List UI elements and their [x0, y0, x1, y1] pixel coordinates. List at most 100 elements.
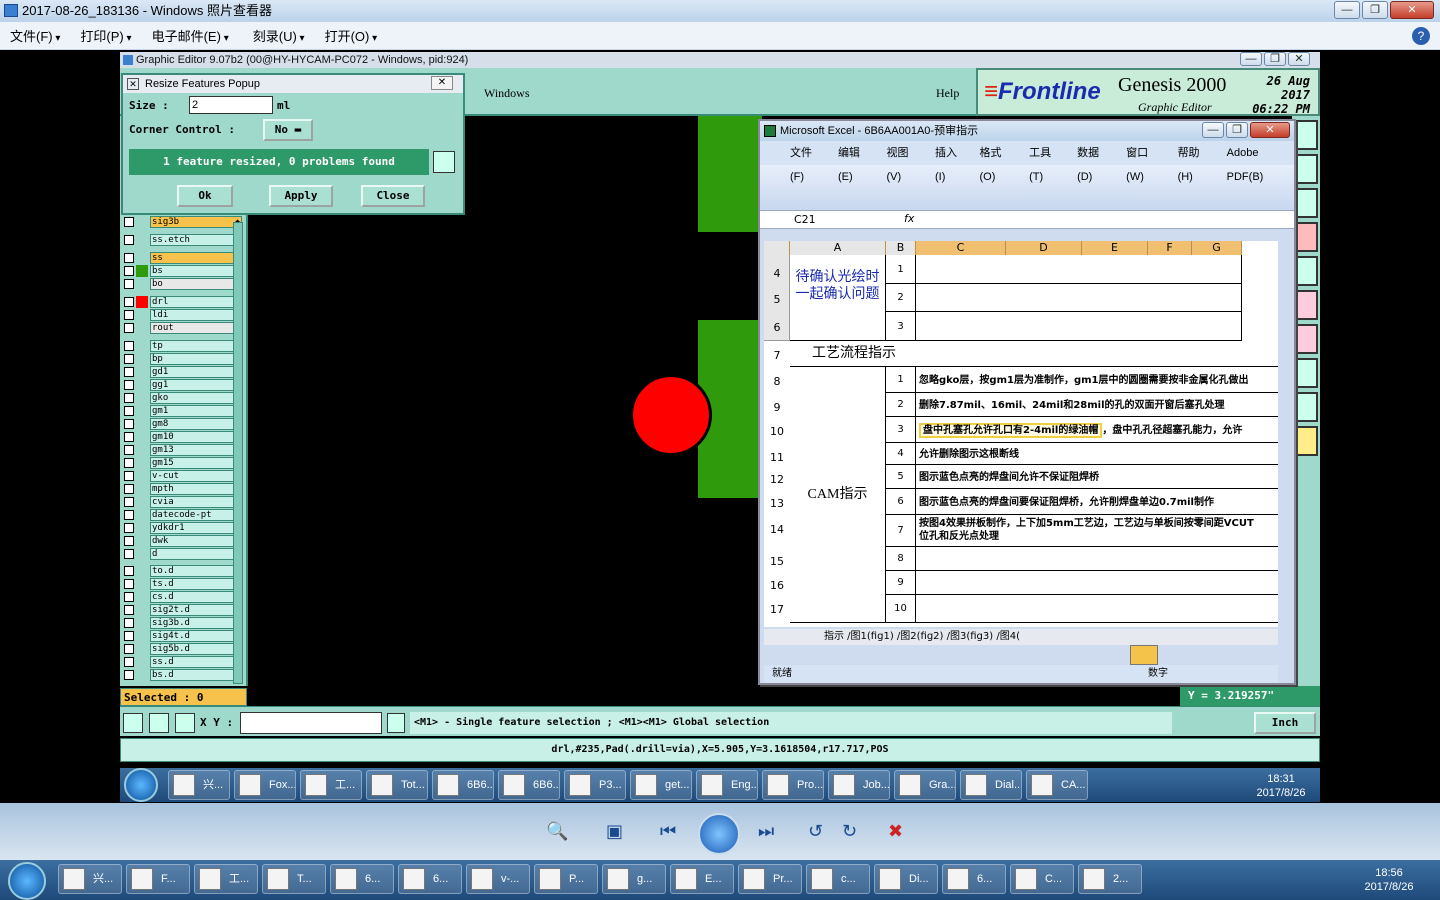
- layer-name[interactable]: ydkdr1: [150, 522, 242, 534]
- taskbar-item[interactable]: 6B6...: [498, 770, 560, 800]
- row-number[interactable]: 5: [764, 293, 790, 306]
- measure-tool-icon[interactable]: [149, 713, 169, 733]
- row-number[interactable]: 17: [764, 603, 790, 616]
- menu-help[interactable]: Help: [936, 86, 959, 101]
- taskbar-item[interactable]: c...: [806, 864, 870, 894]
- layer-checkbox[interactable]: [124, 484, 134, 494]
- layer-checkbox[interactable]: [124, 279, 134, 289]
- cam-item-text[interactable]: 图示蓝色点亮的焊盘间允许不保证阻焊桥: [916, 465, 1278, 489]
- layer-row[interactable]: gm13◆: [124, 444, 242, 456]
- layer-row[interactable]: ydkdr1: [124, 522, 242, 534]
- layer-checkbox[interactable]: [124, 458, 134, 468]
- tool-3-icon[interactable]: [1294, 188, 1318, 218]
- ge-minimize-button[interactable]: —: [1240, 52, 1262, 66]
- taskbar-item[interactable]: Dial...: [960, 770, 1022, 800]
- layer-row[interactable]: sig2t.d◆: [124, 604, 242, 616]
- inner-start-button[interactable]: [124, 768, 158, 802]
- help-icon[interactable]: ?: [1412, 27, 1430, 45]
- layer-name[interactable]: sig2t.d◆: [150, 604, 242, 616]
- layer-name[interactable]: bs.d: [150, 669, 242, 681]
- menu-burn[interactable]: 刻录(U): [243, 26, 315, 45]
- sheet-tabs[interactable]: 指示 /图1(fig1) /图2(fig2) /图3(fig3) /图4(: [764, 629, 1278, 645]
- xl-menu-pdf[interactable]: Adobe PDF(B): [1227, 141, 1294, 183]
- layer-scrollbar[interactable]: [233, 222, 243, 684]
- layer-checkbox[interactable]: [124, 631, 134, 641]
- ok-button[interactable]: Ok: [177, 185, 233, 207]
- layer-checkbox[interactable]: [124, 605, 134, 615]
- taskbar-item[interactable]: Fox...: [234, 770, 296, 800]
- taskbar-item[interactable]: Gra...: [894, 770, 956, 800]
- cell-c4[interactable]: [916, 255, 1242, 284]
- layer-name[interactable]: cs.d◆: [150, 591, 242, 603]
- layer-name[interactable]: v-cut: [150, 470, 242, 482]
- cam-item-text[interactable]: 盘中孔塞孔允许孔口有2-4mil的绿油帽 ，盘中孔孔径超塞孔能力，允许: [916, 417, 1278, 443]
- xl-menu-view[interactable]: 视图(V): [886, 141, 921, 183]
- layer-checkbox[interactable]: [124, 393, 134, 403]
- tool-6-icon[interactable]: [1294, 290, 1318, 320]
- layer-row[interactable]: gm8: [124, 418, 242, 430]
- row-number[interactable]: 15: [764, 555, 790, 568]
- taskbar-item[interactable]: Pro...: [762, 770, 824, 800]
- ge-close-button[interactable]: ✕: [1288, 52, 1310, 66]
- maximize-button[interactable]: ❐: [1362, 1, 1388, 19]
- taskbar-item[interactable]: 2...: [1078, 864, 1142, 894]
- layer-row[interactable]: rout: [124, 322, 242, 334]
- tool-10-icon[interactable]: [1294, 426, 1318, 456]
- col-header-e[interactable]: E: [1082, 241, 1148, 255]
- layer-row[interactable]: bo◆: [124, 278, 242, 290]
- close-button[interactable]: ✕: [1390, 1, 1434, 19]
- layer-name[interactable]: gd1◆: [150, 366, 242, 378]
- xl-menu-edit[interactable]: 编辑(E): [838, 141, 873, 183]
- row-number[interactable]: 7: [764, 349, 790, 362]
- taskbar-item[interactable]: Job...: [828, 770, 890, 800]
- taskbar-item[interactable]: E...: [670, 864, 734, 894]
- layer-name[interactable]: bo◆: [150, 278, 242, 290]
- name-box[interactable]: C21: [794, 213, 816, 226]
- row-number[interactable]: 16: [764, 579, 790, 592]
- close-popup-button[interactable]: Close: [361, 185, 425, 207]
- cam-item-text[interactable]: [916, 595, 1278, 623]
- layer-name[interactable]: d: [150, 548, 242, 560]
- tool-8-icon[interactable]: [1294, 358, 1318, 388]
- excel-close-button[interactable]: ✕: [1250, 122, 1290, 138]
- taskbar-item[interactable]: T...: [262, 864, 326, 894]
- taskbar-item[interactable]: 6B6...: [432, 770, 494, 800]
- taskbar-item[interactable]: 6...: [942, 864, 1006, 894]
- layer-checkbox[interactable]: [124, 354, 134, 364]
- layer-name[interactable]: gm1◆: [150, 405, 242, 417]
- grid-tool-icon[interactable]: [175, 713, 195, 733]
- row-number[interactable]: 13: [764, 497, 790, 510]
- apply-button[interactable]: Apply: [269, 185, 333, 207]
- col-header-b[interactable]: B: [886, 241, 916, 255]
- col-header-d[interactable]: D: [1006, 241, 1082, 255]
- layer-row[interactable]: to.d◆: [124, 565, 242, 577]
- xl-menu-insert[interactable]: 插入(I): [935, 141, 966, 183]
- row-number[interactable]: 9: [764, 401, 790, 414]
- layer-row[interactable]: gko◆: [124, 392, 242, 404]
- tool-5-icon[interactable]: [1294, 256, 1318, 286]
- layer-row[interactable]: datecode-pt: [124, 509, 242, 521]
- taskbar-item[interactable]: Tot...: [366, 770, 428, 800]
- taskbar-item[interactable]: CA...: [1026, 770, 1088, 800]
- excel-maximize-button[interactable]: ❐: [1226, 122, 1248, 138]
- layer-checkbox[interactable]: [124, 341, 134, 351]
- taskbar-item[interactable]: Di...: [874, 864, 938, 894]
- layer-row[interactable]: gm1◆: [124, 405, 242, 417]
- layer-name[interactable]: tp: [150, 340, 242, 352]
- excel-minimize-button[interactable]: —: [1202, 122, 1224, 138]
- menu-windows[interactable]: Windows: [484, 86, 530, 101]
- layer-checkbox[interactable]: [124, 510, 134, 520]
- layer-name[interactable]: sig3b◆: [150, 216, 242, 228]
- taskbar-item[interactable]: get...: [630, 770, 692, 800]
- layer-name[interactable]: gm8: [150, 418, 242, 430]
- tool-4-icon[interactable]: [1294, 222, 1318, 252]
- minimize-button[interactable]: —: [1334, 1, 1360, 19]
- layer-row[interactable]: dwk: [124, 535, 242, 547]
- cam-item-text[interactable]: [916, 547, 1278, 571]
- xl-menu-tools[interactable]: 工具(T): [1029, 141, 1063, 183]
- layer-name[interactable]: sig4t.d◆: [150, 630, 242, 642]
- layer-checkbox[interactable]: [124, 367, 134, 377]
- next-icon[interactable]: ⏭: [758, 821, 774, 842]
- layer-name[interactable]: datecode-pt: [150, 509, 242, 521]
- taskbar-item[interactable]: 工...: [300, 770, 362, 800]
